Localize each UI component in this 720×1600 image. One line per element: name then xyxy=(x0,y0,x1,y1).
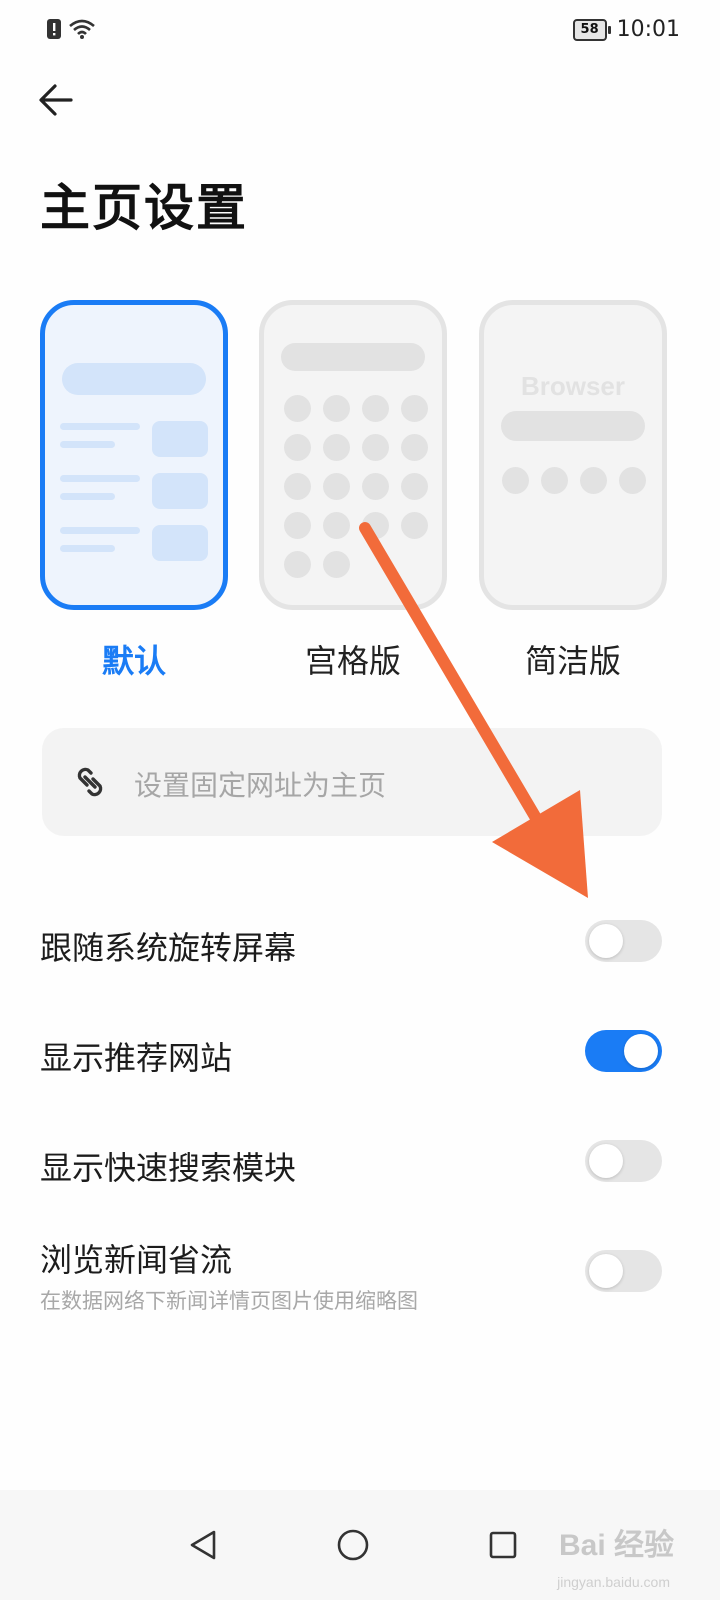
layout-label-default: 默认 xyxy=(101,642,166,680)
setting-row-news-data-saver: 浏览新闻省流 在数据网络下新闻详情页图片使用缩略图 xyxy=(0,1227,720,1327)
status-icons-right: 58 10:01 xyxy=(572,17,680,42)
watermark-logo: Bai 经验 xyxy=(558,1529,674,1562)
setting-row-rotate: 跟随系统旋转屏幕 xyxy=(0,897,720,987)
nav-recents-button[interactable] xyxy=(468,1510,538,1580)
layout-option-default[interactable]: 默认 xyxy=(40,300,228,680)
battery-icon: 58 xyxy=(572,18,611,41)
toggle-recommended-sites[interactable] xyxy=(585,1030,662,1072)
status-bar: 58 10:01 xyxy=(0,0,720,60)
toggle-quick-search[interactable] xyxy=(585,1140,662,1182)
layout-preview-default xyxy=(40,300,228,610)
link-icon xyxy=(77,767,103,797)
toggle-news-data-saver[interactable] xyxy=(585,1250,662,1292)
layout-option-simple[interactable]: Browser 简洁版 xyxy=(479,300,667,680)
status-icons-left xyxy=(46,18,96,44)
watermark-url: jingyan.baidu.com xyxy=(557,1574,670,1590)
sim-alert-icon xyxy=(46,18,62,44)
layout-label-grid: 宫格版 xyxy=(304,642,401,680)
layout-option-grid[interactable]: 宫格版 xyxy=(259,300,447,680)
clock: 10:01 xyxy=(616,17,680,42)
home-circle-icon xyxy=(337,1529,369,1561)
back-button[interactable] xyxy=(30,74,82,126)
recents-square-icon xyxy=(489,1531,517,1559)
nav-home-button[interactable] xyxy=(318,1510,388,1580)
setting-label-recommended-sites: 显示推荐网站 xyxy=(40,1039,233,1077)
page-title: 主页设置 xyxy=(40,179,248,237)
setting-desc-news-data-saver: 在数据网络下新闻详情页图片使用缩略图 xyxy=(40,1289,418,1313)
setting-label-quick-search: 显示快速搜索模块 xyxy=(40,1149,297,1187)
layout-preview-grid xyxy=(259,300,447,610)
layout-preview-simple: Browser xyxy=(479,300,667,610)
nav-back-button[interactable] xyxy=(168,1510,238,1580)
back-triangle-icon xyxy=(190,1530,216,1560)
setting-label-rotate: 跟随系统旋转屏幕 xyxy=(40,929,297,967)
toggle-rotate[interactable] xyxy=(585,920,662,962)
browser-preview-text: Browser xyxy=(520,371,626,401)
layout-label-simple: 简洁版 xyxy=(524,642,621,680)
homepage-url-field[interactable]: 设置固定网址为主页 xyxy=(42,728,662,836)
setting-label-news-data-saver: 浏览新闻省流 xyxy=(40,1241,233,1279)
wifi-icon xyxy=(68,18,96,44)
arrow-left-icon xyxy=(39,84,73,116)
setting-row-recommended-sites: 显示推荐网站 xyxy=(0,1007,720,1097)
setting-row-quick-search: 显示快速搜索模块 xyxy=(0,1117,720,1207)
url-placeholder: 设置固定网址为主页 xyxy=(134,769,387,802)
